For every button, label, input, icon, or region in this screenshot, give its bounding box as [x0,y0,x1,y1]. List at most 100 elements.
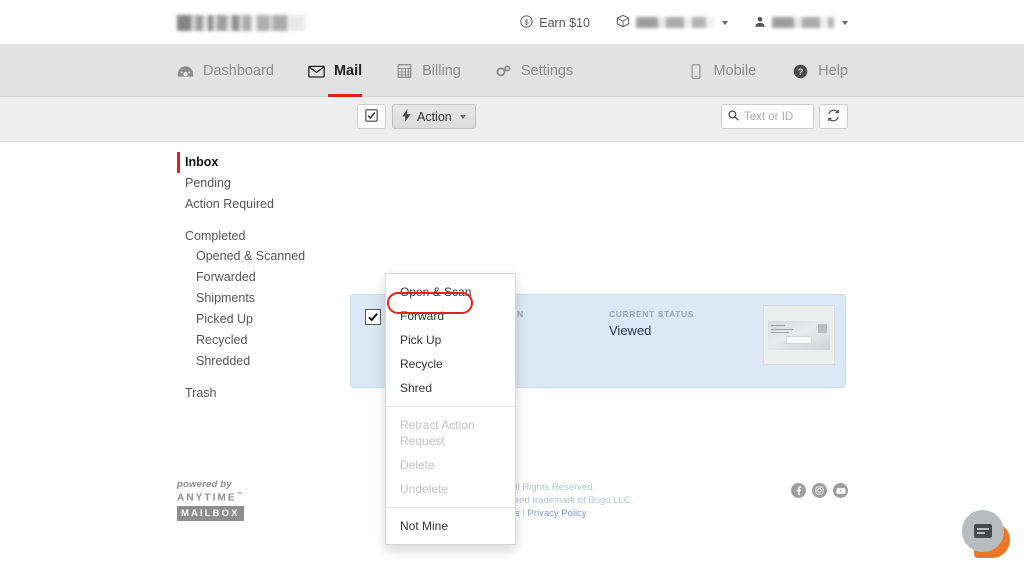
chat-button-surface[interactable] [962,510,1004,552]
top-bar: $ Earn $10 [0,0,1024,45]
nav-label-help: Help [818,63,848,79]
main-navigation: Dashboard Mail Billing Settings Mobile ?… [0,45,1024,97]
row-status-label: CURRENT STATUS [609,309,695,319]
sidebar-item-inbox[interactable]: Inbox [177,152,317,173]
youtube-icon[interactable] [833,483,848,498]
sidebar-item-forwarded[interactable]: Forwarded [177,267,317,288]
main-nav-right: Mobile ? Help [687,45,848,97]
sidebar-item-picked-up[interactable]: Picked Up [177,309,317,330]
sidebar-item-shipments[interactable]: Shipments [177,288,317,309]
sidebar-label-shipments: Shipments [196,291,256,305]
mobile-phone-icon [687,63,704,80]
dashboard-gauge-icon [177,63,194,80]
sidebar-item-action-required[interactable]: Action Required [177,194,317,215]
svg-text:?: ? [798,66,804,76]
search-input[interactable] [744,110,807,123]
earn-link[interactable]: $ Earn $10 [520,14,590,31]
envelope-icon [308,63,325,80]
row-checkbox[interactable] [365,309,381,325]
action-button-label: Action [417,109,452,124]
nav-item-help[interactable]: ? Help [792,45,848,97]
refresh-icon [827,109,840,125]
address-label [786,335,812,344]
checkbox-check-icon [368,313,378,322]
refresh-button[interactable] [819,104,848,129]
menu-item-recycle[interactable]: Recycle [386,352,515,376]
action-dropdown-button[interactable]: Action [392,104,476,129]
social-links [791,483,848,498]
sidebar-label-shredded: Shredded [196,354,251,368]
sidebar-item-pending[interactable]: Pending [177,173,317,194]
mail-toolbar: Action [0,97,1024,142]
stamp-mark [818,323,827,333]
search-box[interactable] [721,104,814,129]
menu-label-recycle: Recycle [400,357,443,371]
privacy-link[interactable]: Privacy Policy [528,508,587,519]
sidebar-item-shredded[interactable]: Shredded [177,351,317,372]
top-bar-right: $ Earn $10 [520,0,848,45]
sidebar-label-pending: Pending [185,176,231,190]
sidebar-item-trash[interactable]: Trash [177,383,317,404]
row-status-value: Viewed [609,323,652,338]
menu-item-retract-action-request: Retract Action Request [386,413,515,453]
earn-label: Earn $10 [539,15,590,30]
question-circle-icon: ? [792,63,809,80]
location-name [636,17,714,28]
sidebar-label-forwarded: Forwarded [196,270,256,284]
chevron-down-icon [842,20,848,25]
select-all-button[interactable] [357,104,386,129]
chevron-down-icon [459,114,466,119]
menu-label-delete: Delete [400,458,435,472]
menu-divider-2 [386,507,515,508]
user-icon [754,15,766,31]
brand-logo[interactable] [177,15,305,31]
search-icon [728,108,739,126]
menu-item-open-and-scan[interactable]: Open & Scan [386,280,515,304]
menu-item-forward[interactable]: Forward [386,304,515,328]
sidebar-item-recycled[interactable]: Recycled [177,330,317,351]
menu-item-pick-up[interactable]: Pick Up [386,328,515,352]
chat-widget-button[interactable] [962,510,1010,558]
nav-item-dashboard[interactable]: Dashboard [177,45,274,97]
facebook-icon[interactable] [791,483,806,498]
nav-item-mail[interactable]: Mail [308,45,363,97]
toolbar-left: Action [357,104,476,129]
menu-label-shred: Shred [400,381,433,395]
nav-label-mobile: Mobile [713,63,757,79]
lightning-bolt-icon [402,108,411,125]
chevron-down-icon [722,20,728,25]
gears-icon [495,63,512,80]
chat-bubble-icon [974,524,992,538]
menu-item-not-mine[interactable]: Not Mine [386,514,515,538]
nav-label-billing: Billing [422,63,461,79]
content-area: Inbox Pending Action Required Completed … [0,142,1024,545]
nav-item-settings[interactable]: Settings [495,45,573,97]
nav-label-settings: Settings [520,63,574,79]
mail-sidebar: Inbox Pending Action Required Completed … [177,152,317,404]
menu-label-open-and-scan: Open & Scan [400,285,472,299]
menu-label-not-mine: Not Mine [400,519,449,533]
action-dropdown-menu[interactable]: Open & Scan Forward Pick Up Recycle Shre… [385,273,516,545]
sidebar-group-label: Completed [185,229,246,243]
nav-item-mobile[interactable]: Mobile [687,45,756,97]
table-grid-icon [396,63,413,80]
menu-divider-1 [386,406,515,407]
instagram-icon[interactable] [812,483,827,498]
sidebar-label-recycled: Recycled [196,333,248,347]
sidebar-group-completed: Completed [177,226,317,246]
mail-thumbnail[interactable] [763,305,835,365]
menu-item-shred[interactable]: Shred [386,376,515,400]
nav-item-billing[interactable]: Billing [396,45,461,97]
sidebar-item-opened-scanned[interactable]: Opened & Scanned [177,246,317,267]
checkbox-check-icon [365,108,378,125]
box-icon [616,14,630,31]
location-dropdown[interactable] [616,14,728,31]
nav-label-mail: Mail [333,63,363,79]
sidebar-label-opened-scanned: Opened & Scanned [196,249,306,263]
link-separator: | [519,508,528,519]
menu-label-forward: Forward [400,309,445,323]
account-dropdown[interactable] [754,15,848,31]
menu-label-pick-up: Pick Up [400,333,442,347]
sidebar-label-inbox: Inbox [185,155,219,169]
row-status-column: CURRENT STATUS Viewed [609,309,694,338]
